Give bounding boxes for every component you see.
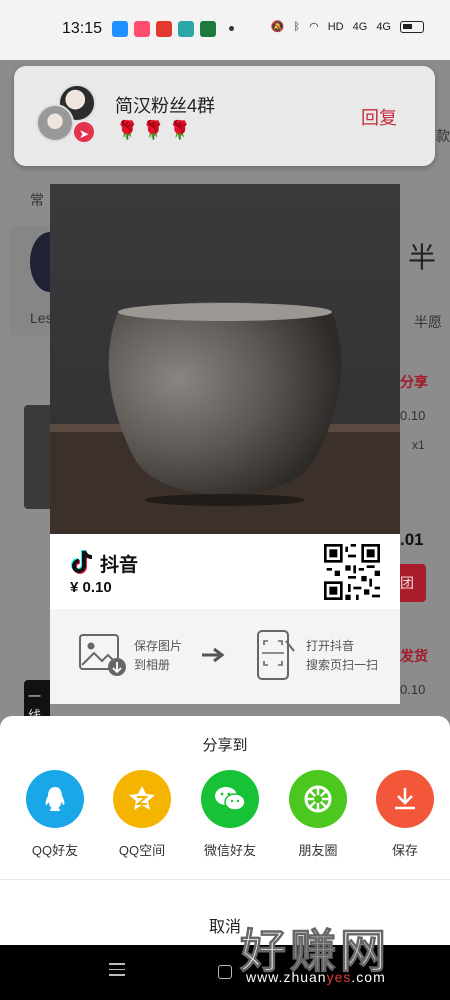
status-app-icons [112,21,216,37]
brand-name: 抖音 [100,555,139,576]
battery-icon [400,20,424,33]
bg-price-2: 0.10 [400,682,426,697]
bluetooth-icon: ᛒ [293,20,301,33]
bg-share-text: 分享 [400,374,428,390]
tip-scan-line-1: 打开抖音 [306,639,355,653]
bg-thumb-2: 一线 [24,680,50,723]
share-qq-friend-button[interactable]: QQ好友 [17,770,93,859]
bg-section-label: 常 [30,192,44,208]
home-button[interactable] [218,965,232,979]
bg-right-text: 半愿 [414,314,442,330]
status-indicators: 🔕 ᛒ ◠ HD 4G 4G [271,20,424,33]
status-dot [229,26,234,31]
share-poster: 抖音 ¥ 0.10 保存图片 到相册 打开抖音 搜索页扫一扫 [50,184,400,704]
poster-brand-row: 抖音 ¥ 0.10 [50,534,400,609]
mute-icon: 🔕 [270,21,285,33]
app-notification-icon [156,21,172,37]
watermark-url: www.zhuanyes.com [246,969,386,985]
save-poster-button[interactable]: 保存 [367,770,443,859]
share-qq-friend-label: QQ好友 [31,843,79,858]
product-price: ¥ 0.10 [70,579,112,596]
bg-price-1: 0.10 [400,408,426,423]
tip-save-line-1: 保存图片 [134,639,183,653]
network-label: HD [327,20,344,33]
share-wechat-friend-label: 微信好友 [203,843,256,858]
moments-icon [289,770,347,828]
send-icon: ➤ [72,120,96,144]
app-notification-icon [178,21,194,37]
tip-save-line-2: 到相册 [134,658,171,672]
recent-apps-button[interactable] [109,963,125,980]
share-wechat-friend-button[interactable]: 微信好友 [192,770,268,859]
status-bar: 13:15 🔕 ᛒ ◠ HD 4G 4G [0,0,450,60]
share-moments-button[interactable]: 朋友圈 [280,770,356,859]
arrow-right-icon [202,647,225,663]
share-moments-label: 朋友圈 [298,843,338,858]
app-notification-icon [134,21,150,37]
phone-scan-icon [257,630,295,680]
poster-tip-bar: 保存图片 到相册 打开抖音 搜索页扫一扫 [50,609,400,704]
douyin-logo-icon [71,550,93,574]
app-notification-icon [200,21,216,37]
wechat-icon [201,770,259,828]
reply-button[interactable]: 回复 [361,104,397,130]
product-image [50,184,400,534]
bg-partial-text: 款 [436,128,450,144]
teacup-illustration [50,302,400,534]
download-icon [376,770,434,828]
qzone-icon [113,770,171,828]
share-sheet: 分享到 QQ好友 QQ空间 微信好友 朋友圈 保存 取消 [0,716,450,945]
app-notification-icon [112,21,128,37]
group-avatar [36,104,74,142]
qq-icon [26,770,84,828]
watermark: 好赚网 www.zhuanyes.com [240,915,450,995]
notification-title: 简汉粉丝4群 [115,96,216,116]
share-qzone-button[interactable]: QQ空间 [104,770,180,859]
bg-qty: x1 [412,438,425,452]
image-save-icon [79,634,126,676]
tip-scan-line-2: 搜索页扫一扫 [306,658,379,672]
qr-code-icon [324,544,380,600]
bg-total: .01 [400,530,424,549]
share-qzone-label: QQ空间 [118,843,166,858]
signal-2-label: 4G [376,20,391,33]
signal-1-label: 4G [352,20,368,33]
notification-message: 🌹🌹🌹 [116,120,196,140]
message-notification[interactable]: ➤ 简汉粉丝4群 🌹🌹🌹 回复 [14,66,435,166]
bg-group-button: 团 [400,564,426,602]
wifi-icon: ◠ [309,21,319,33]
share-sheet-title: 分享到 [202,737,248,754]
bg-right-char: 半 [408,242,437,273]
status-time: 13:15 [62,20,103,37]
save-poster-label: 保存 [391,843,418,858]
bg-product-thumb [24,405,52,509]
bg-ship-text: 发货 [400,648,428,664]
